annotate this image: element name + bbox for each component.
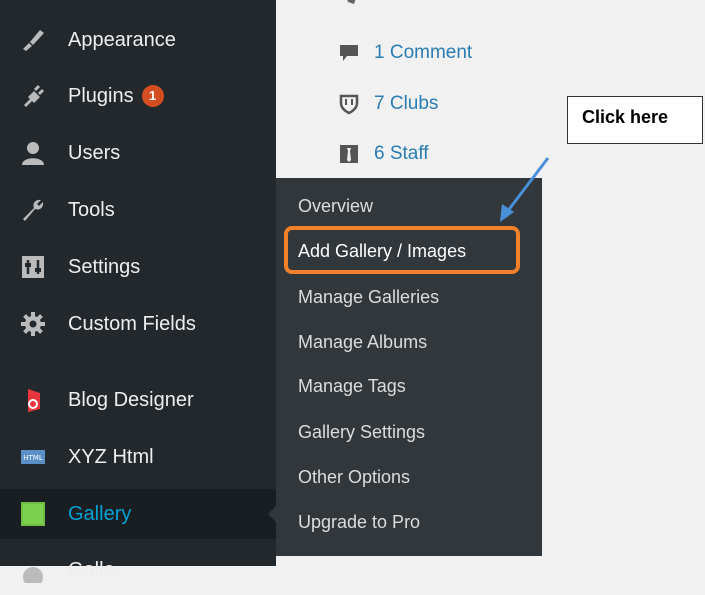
pointer-arrow <box>500 157 550 222</box>
